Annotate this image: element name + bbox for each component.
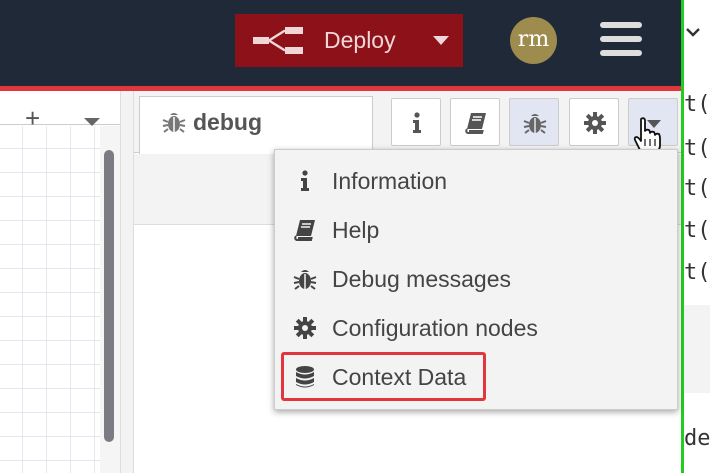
menu-item-label: Help [332,217,380,243]
bug-icon [162,113,186,133]
code-fragment: t( [684,92,710,117]
bug-icon [523,114,547,134]
menu-item-label: Context Data [332,364,467,390]
sidebar-dropdown-menu: Information Help Debug messages Configur… [274,149,678,410]
code-fragment: t( [684,176,710,201]
info-icon [301,170,309,191]
menu-item-label: Debug messages [332,266,511,292]
sidebar-resize-handle[interactable] [120,91,134,473]
menu-item-label: Information [332,168,448,194]
sidebar-config-button[interactable] [569,98,619,146]
code-fragment: de [684,426,710,451]
menu-item-debug-messages[interactable]: Debug messages [275,255,677,303]
hamburger-menu-icon[interactable] [600,20,642,58]
menu-item-help[interactable]: Help [275,206,677,254]
flow-canvas[interactable] [0,126,100,473]
window-frame-border [681,0,684,473]
workspace-tab-bar [0,91,120,125]
menu-item-information[interactable]: Information [275,157,677,205]
deploy-label: Deploy [324,27,396,53]
gear-icon [584,112,606,134]
bug-icon [293,270,317,290]
code-fragment: t( [684,260,710,285]
user-avatar[interactable]: rm [510,17,557,64]
gear-icon [294,317,316,339]
caret-down-icon[interactable] [84,118,100,126]
menu-item-configuration-nodes[interactable]: Configuration nodes [275,304,677,352]
sidebar-help-button[interactable] [450,98,500,146]
background-editor-gutter [684,305,710,393]
info-icon [413,112,421,133]
chevron-down-icon [686,28,700,37]
caret-down-icon[interactable] [433,36,449,45]
code-fragment: t( [684,136,710,161]
menu-item-context-data[interactable]: Context Data [275,353,677,401]
deploy-button[interactable]: Deploy [235,14,463,67]
menu-item-label: Configuration nodes [332,315,538,341]
code-fragment: t( [684,218,710,243]
sidebar-debug-button[interactable] [509,98,559,146]
book-icon [294,220,315,241]
sidebar-info-button[interactable] [391,98,441,146]
scrollbar-thumb[interactable] [104,150,114,442]
tab-debug-label: debug [193,109,262,135]
database-icon [296,366,314,388]
deploy-icon [253,27,303,54]
book-icon [465,113,486,134]
